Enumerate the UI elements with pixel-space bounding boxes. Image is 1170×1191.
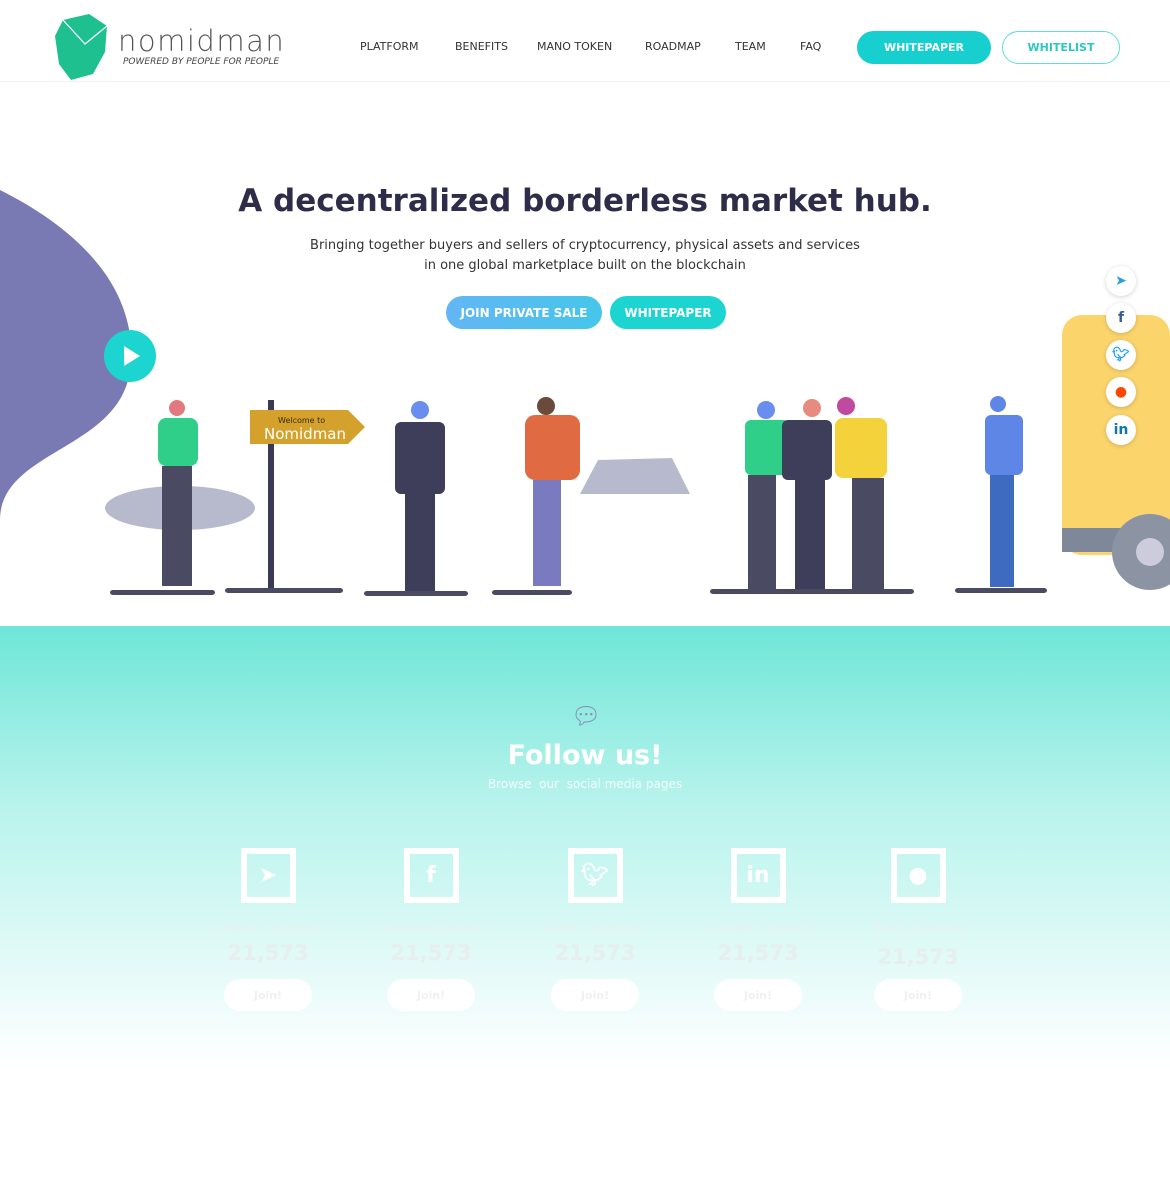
side-telegram-button[interactable]: ➤ xyxy=(1106,266,1136,296)
reddit-icon: ● xyxy=(1114,384,1128,400)
facebook-icon: f xyxy=(403,848,459,903)
card-count: 21,573 xyxy=(554,941,636,965)
brand-tagline: POWERED BY PEOPLE FOR PEOPLE xyxy=(123,57,280,67)
hero-illustration: Welcome to Nomidman xyxy=(0,190,1170,596)
linkedin-icon: in xyxy=(730,848,786,903)
card-count: 21,573 xyxy=(227,941,309,965)
card-label: Twitter members xyxy=(544,921,646,935)
telegram-icon: ➤ xyxy=(1115,273,1127,289)
telegram-icon: ➤ xyxy=(240,848,296,903)
card-label: Linkedin members xyxy=(702,921,814,935)
nav-faq[interactable]: FAQ xyxy=(800,40,821,53)
brand-name: nomidman xyxy=(118,24,286,58)
twitter-icon: 🐦︎ xyxy=(567,848,623,903)
card-count: 21,573 xyxy=(717,941,799,965)
twitter-icon: 🐦︎ xyxy=(1112,347,1130,363)
card-label: Facebook followers xyxy=(373,921,489,935)
nav-mano-token[interactable]: MANO TOKEN xyxy=(537,40,612,53)
nomidman-logo[interactable] xyxy=(55,14,109,80)
follow-subtitle: Browse our social media pages xyxy=(487,777,683,791)
twitter-card: 🐦︎ Twitter members 21,573 Join! xyxy=(515,848,675,1011)
sign-nomidman: Nomidman xyxy=(264,425,346,443)
header: nomidman POWERED BY PEOPLE FOR PEOPLE PL… xyxy=(0,0,1170,82)
facebook-icon: f xyxy=(1117,310,1125,326)
card-count: 21,573 xyxy=(390,941,472,965)
side-facebook-button[interactable]: f xyxy=(1106,303,1136,333)
join-linkedin-button[interactable]: Join! xyxy=(714,979,802,1011)
card-label: Reddit followers xyxy=(869,921,967,935)
card-label: Telegram members xyxy=(210,921,326,935)
nav-benefits[interactable]: BENEFITS xyxy=(455,40,508,53)
join-facebook-button[interactable]: Join! xyxy=(387,979,475,1011)
whitelist-button[interactable]: WHITELIST xyxy=(1002,31,1120,64)
linkedin-icon: in xyxy=(1113,422,1129,438)
chat-bubbles-icon: 💬︎ xyxy=(571,702,602,730)
linkedin-card: in Linkedin members 21,573 Join! xyxy=(678,848,838,1011)
join-twitter-button[interactable]: Join! xyxy=(551,979,639,1011)
follow-title: Follow us! xyxy=(507,740,663,771)
join-reddit-button[interactable]: Join! xyxy=(874,979,962,1011)
side-reddit-button[interactable]: ● xyxy=(1106,377,1136,407)
telegram-card: ➤ Telegram members 21,573 Join! xyxy=(188,848,348,1011)
side-linkedin-button[interactable]: in xyxy=(1106,415,1136,445)
reddit-card: ● Reddit followers 21,573 Join! xyxy=(838,848,998,1011)
sign-welcome: Welcome to xyxy=(278,416,325,425)
card-count: 21,573 xyxy=(877,945,959,969)
nav-roadmap[interactable]: ROADMAP xyxy=(645,40,701,53)
play-video-button[interactable] xyxy=(104,330,156,382)
facebook-card: f Facebook followers 21,573 Join! xyxy=(351,848,511,1011)
play-icon xyxy=(124,346,140,366)
join-telegram-button[interactable]: Join! xyxy=(224,979,312,1011)
side-twitter-button[interactable]: 🐦︎ xyxy=(1106,340,1136,370)
reddit-icon: ● xyxy=(890,848,946,903)
nav-platform[interactable]: PLATFORM xyxy=(360,40,419,53)
nav-team[interactable]: TEAM xyxy=(735,40,766,53)
whitepaper-button[interactable]: WHITEPAPER xyxy=(857,31,991,64)
